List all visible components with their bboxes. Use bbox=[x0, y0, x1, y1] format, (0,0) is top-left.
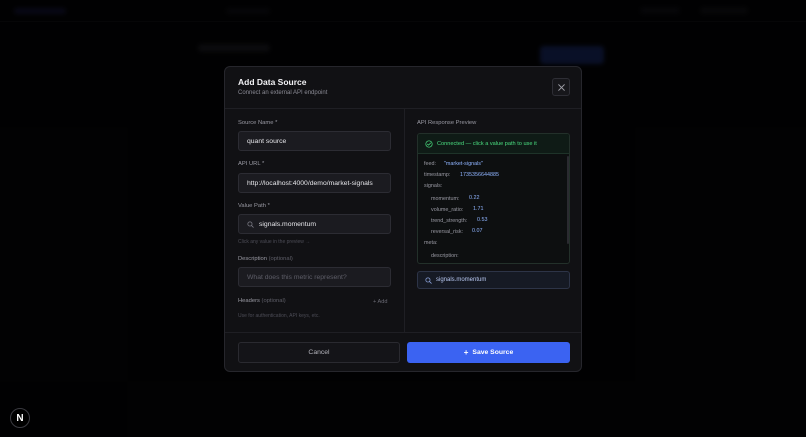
json-value[interactable]: 0.07 bbox=[472, 228, 483, 234]
plus-icon: + bbox=[463, 348, 469, 357]
json-key: momentum: bbox=[431, 196, 460, 202]
description-label: Description (optional) bbox=[238, 256, 293, 262]
badge-letter: N bbox=[16, 412, 24, 424]
optional-mark: (optional) bbox=[261, 298, 286, 304]
json-key: signals: bbox=[424, 183, 443, 189]
json-key: trend_strength: bbox=[431, 218, 468, 224]
cancel-button[interactable]: Cancel bbox=[238, 342, 400, 363]
api-url-label: API URL * bbox=[238, 161, 264, 167]
json-tree: feed: "market-signals" timestamp: 173535… bbox=[418, 154, 569, 263]
save-source-button[interactable]: + Save Source bbox=[407, 342, 570, 363]
close-icon bbox=[557, 78, 565, 96]
value-path-label: Value Path * bbox=[238, 203, 270, 209]
json-value[interactable]: "market-signals" bbox=[444, 161, 483, 167]
source-name-value: quant source bbox=[247, 137, 287, 145]
selected-path-text: signals.momentum bbox=[436, 277, 487, 283]
dialog-title: Add Data Source bbox=[238, 77, 307, 87]
required-mark: * bbox=[261, 161, 265, 167]
add-data-source-dialog: Add Data Source Connect an external API … bbox=[224, 66, 582, 372]
json-key: meta: bbox=[424, 240, 438, 246]
dialog-subtitle: Connect an external API endpoint bbox=[238, 90, 328, 96]
optional-mark: (optional) bbox=[268, 256, 293, 262]
search-icon bbox=[425, 276, 432, 284]
selected-path-display[interactable]: signals.momentum bbox=[417, 271, 570, 289]
header-divider bbox=[225, 108, 581, 109]
connection-status: Connected — click a value path to use it bbox=[418, 134, 569, 154]
api-url-label-text: API URL bbox=[238, 161, 261, 167]
json-value[interactable]: 0.53 bbox=[477, 217, 488, 223]
api-url-value: http://localhost:4000/demo/market-signal… bbox=[247, 179, 373, 187]
add-header-button[interactable]: + Add bbox=[373, 299, 387, 305]
source-name-label: Source Name * bbox=[238, 120, 277, 126]
api-url-input[interactable]: http://localhost:4000/demo/market-signal… bbox=[238, 173, 391, 193]
save-source-label: Save Source bbox=[472, 349, 514, 356]
dialog-header: Add Data Source Connect an external API … bbox=[225, 67, 581, 109]
json-value[interactable]: 1.71 bbox=[473, 206, 484, 212]
json-key: description: bbox=[431, 253, 459, 259]
source-name-input[interactable]: quant source bbox=[238, 131, 391, 151]
preview-scrollbar[interactable] bbox=[567, 156, 569, 244]
json-value[interactable]: 1735356644885 bbox=[460, 172, 499, 178]
preview-title: API Response Preview bbox=[417, 120, 477, 126]
nextjs-badge[interactable]: N bbox=[10, 408, 30, 428]
description-placeholder: What does this metric represent? bbox=[247, 273, 347, 281]
search-icon bbox=[247, 220, 254, 228]
required-mark: * bbox=[275, 120, 278, 126]
json-key: timestamp: bbox=[424, 172, 451, 178]
headers-label: Headers (optional) bbox=[238, 298, 286, 304]
json-key: feed: bbox=[424, 161, 436, 167]
close-button[interactable] bbox=[552, 78, 570, 96]
headers-hint: Use for authentication, API keys, etc. bbox=[238, 313, 320, 319]
value-path-input[interactable]: signals.momentum bbox=[238, 214, 391, 234]
json-value[interactable]: 0.22 bbox=[469, 195, 480, 201]
api-response-preview: Connected — click a value path to use it… bbox=[417, 133, 570, 264]
source-name-label-text: Source Name bbox=[238, 120, 274, 126]
description-input[interactable]: What does this metric represent? bbox=[238, 267, 391, 287]
headers-label-text: Headers bbox=[238, 298, 260, 304]
required-mark: * bbox=[267, 203, 270, 209]
check-circle-icon bbox=[425, 139, 433, 148]
value-path-hint: Click any value in the preview → bbox=[238, 239, 311, 245]
json-key: reversal_risk: bbox=[431, 229, 464, 235]
value-path-value: signals.momentum bbox=[259, 220, 317, 228]
description-label-text: Description bbox=[238, 256, 267, 262]
connection-status-text: Connected — click a value path to use it bbox=[437, 140, 537, 147]
json-key: volume_ratio: bbox=[431, 207, 464, 213]
footer-divider bbox=[225, 332, 581, 333]
value-path-label-text: Value Path bbox=[238, 203, 266, 209]
column-divider bbox=[404, 109, 405, 332]
